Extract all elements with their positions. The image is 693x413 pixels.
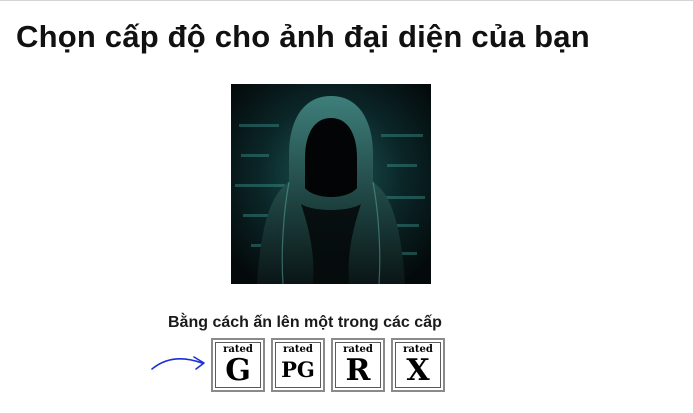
rating-pg-frame: rated PG [275,342,321,388]
avatar-image [231,84,431,284]
rating-x-frame: rated X [395,342,441,388]
rating-letter-r: R [345,353,371,388]
rating-r-frame: rated R [335,342,381,388]
rating-letter-g: G [225,353,251,388]
instruction-text: Bằng cách ấn lên một trong các cấp [168,314,442,331]
hand-drawn-arrow-icon [151,356,205,370]
rating-pg-button[interactable]: rated PG [271,338,325,392]
rating-r-button[interactable]: rated R [331,338,385,392]
rating-x-button[interactable]: rated X [391,338,445,392]
page-title: Chọn cấp độ cho ảnh đại diện của bạn [16,19,590,54]
rating-letter-x: X [406,353,430,388]
rating-g-button[interactable]: rated G [211,338,265,392]
avatar-rating-page: Chọn cấp độ cho ảnh đại diện của bạn Bằn… [0,0,693,413]
rating-letter-pg: PG [281,357,315,382]
rated-label: rated [283,344,313,355]
rating-g-frame: rated G [215,342,261,388]
